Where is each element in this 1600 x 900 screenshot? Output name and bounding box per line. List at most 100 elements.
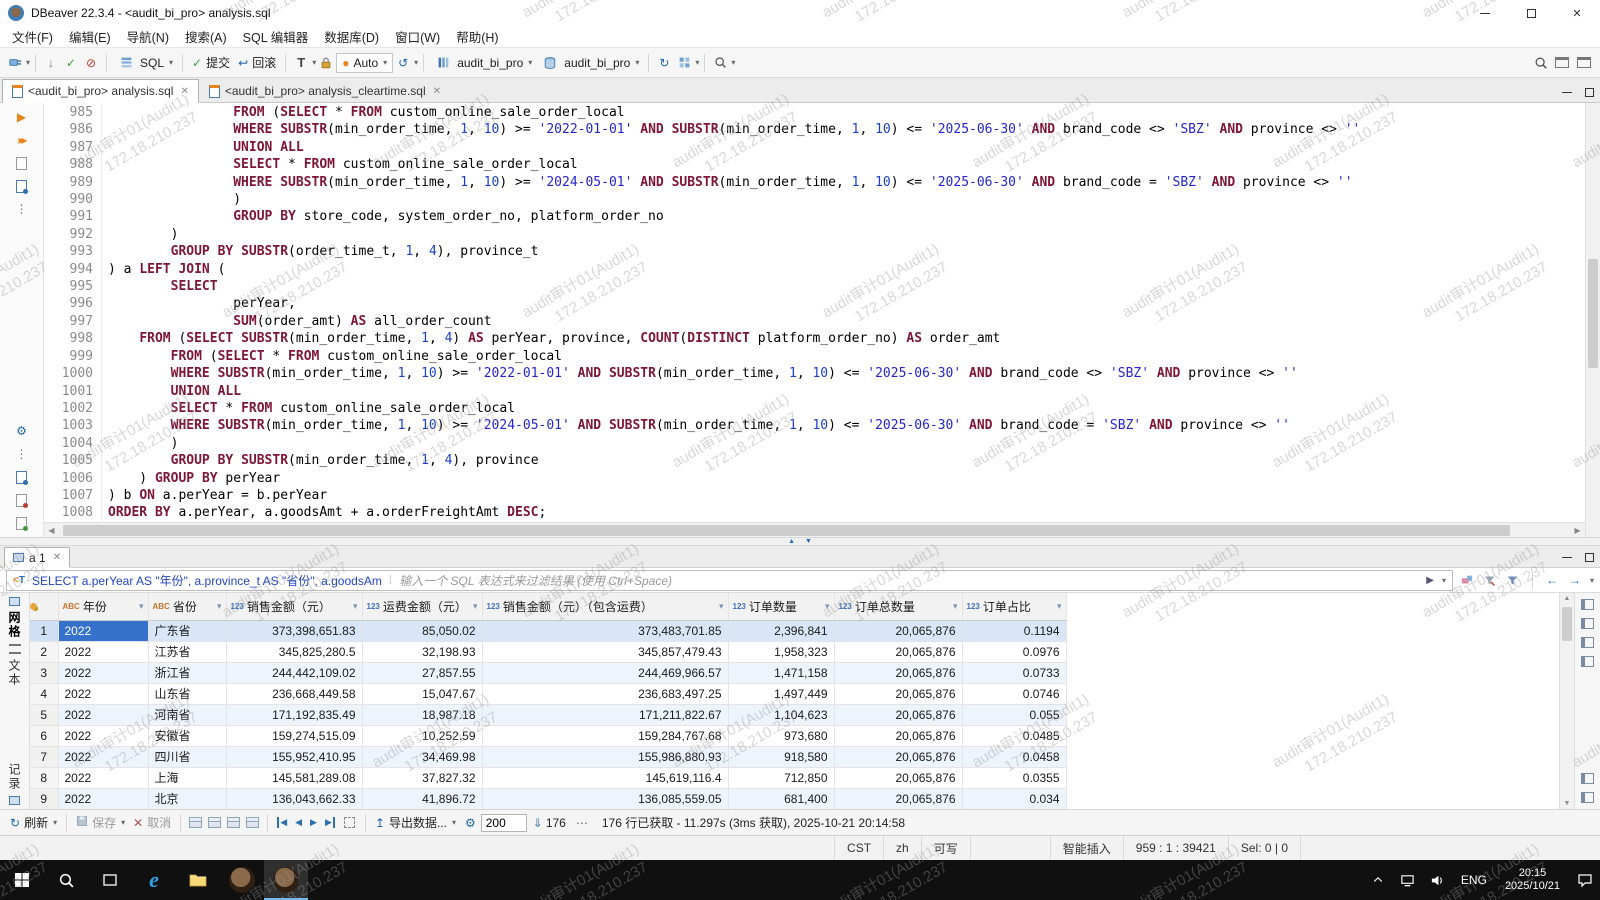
- grid-cell[interactable]: 2022: [58, 725, 148, 746]
- vertical-scroll-thumb[interactable]: [1588, 259, 1598, 368]
- grid-cell[interactable]: 广东省: [148, 620, 226, 641]
- results-tab-close-icon[interactable]: ✕: [53, 552, 61, 563]
- row-number[interactable]: 9: [30, 788, 58, 809]
- grid-cell[interactable]: 1,497,449: [728, 683, 834, 704]
- grid-cell[interactable]: 236,683,497.25: [482, 683, 728, 704]
- grid-cell[interactable]: 0.1194: [962, 620, 1066, 641]
- menu-item-6[interactable]: 窗口(W): [387, 27, 448, 46]
- grid-scroll-thumb[interactable]: [1562, 607, 1572, 641]
- grid-cell[interactable]: 2022: [58, 662, 148, 683]
- grid-cell[interactable]: 0.0976: [962, 641, 1066, 662]
- column-header-2[interactable]: 123销售金额（元）▾: [226, 593, 362, 620]
- horizontal-scroll-thumb[interactable]: [63, 525, 1510, 536]
- export-data-button[interactable]: ↥ 导出数据... ▾: [371, 814, 460, 831]
- grid-cell[interactable]: 244,442,109.02: [226, 662, 362, 683]
- grid-cell[interactable]: 34,469.98: [362, 746, 482, 767]
- grid-cell[interactable]: 0.055: [962, 704, 1066, 725]
- execute-script-icon[interactable]: ▸▸: [13, 132, 31, 148]
- filter-icon[interactable]: [1504, 574, 1522, 587]
- schema-selector[interactable]: audit_bi_pro ▾: [536, 52, 643, 74]
- grid-cell[interactable]: 2022: [58, 746, 148, 767]
- app-icon-dbeaver[interactable]: [220, 860, 264, 900]
- load-script-icon[interactable]: [13, 515, 31, 531]
- grid-cell[interactable]: 20,065,876: [834, 641, 962, 662]
- network-icon[interactable]: [1393, 860, 1423, 900]
- grid-cell[interactable]: 0.0355: [962, 767, 1066, 788]
- grid-cell[interactable]: 373,483,701.85: [482, 620, 728, 641]
- grid-cell[interactable]: 712,850: [728, 767, 834, 788]
- new-connection-icon[interactable]: [5, 52, 25, 74]
- grid-cell[interactable]: 145,581,289.08: [226, 767, 362, 788]
- grid-cell[interactable]: 136,085,559.05: [482, 788, 728, 809]
- link-editor-icon[interactable]: ✓: [61, 52, 81, 74]
- record-mode-tab[interactable]: 记录: [6, 763, 23, 791]
- grid-cell[interactable]: 2,396,841: [728, 620, 834, 641]
- grid-cell[interactable]: 20,065,876: [834, 620, 962, 641]
- grid-cell[interactable]: 四川省: [148, 746, 226, 767]
- grid-cell[interactable]: 681,400: [728, 788, 834, 809]
- maximize-button[interactable]: [1508, 0, 1554, 26]
- file-explorer-icon[interactable]: [176, 860, 220, 900]
- grid-cell[interactable]: 1,104,623: [728, 704, 834, 725]
- commit-button[interactable]: ✓提交: [188, 54, 234, 71]
- grid-cell[interactable]: 2022: [58, 683, 148, 704]
- task-view-icon[interactable]: [88, 860, 132, 900]
- grid-cell[interactable]: 27,857.55: [362, 662, 482, 683]
- back-icon[interactable]: ←: [1543, 573, 1561, 587]
- editor-results-splitter[interactable]: ▲ ▼: [0, 537, 1600, 546]
- search-icon[interactable]: [1531, 52, 1551, 74]
- grid-settings-icon[interactable]: ⚙: [465, 816, 476, 830]
- action-center-icon[interactable]: [1570, 860, 1600, 900]
- new-connection-dropdown[interactable]: ▾: [26, 58, 30, 67]
- grid-cell[interactable]: 973,680: [728, 725, 834, 746]
- status-caret-position[interactable]: 959 : 1 : 39421: [1123, 836, 1228, 860]
- grid-cell[interactable]: 236,668,449.58: [226, 683, 362, 704]
- input-language[interactable]: ENG: [1453, 873, 1495, 887]
- grid-cell[interactable]: 155,952,410.95: [226, 746, 362, 767]
- grid-cell[interactable]: 20,065,876: [834, 662, 962, 683]
- editor-vertical-scrollbar[interactable]: [1585, 103, 1600, 537]
- grid-cell[interactable]: 15,047.67: [362, 683, 482, 704]
- tray-expand-icon[interactable]: [1363, 860, 1393, 900]
- minimize-button[interactable]: [1462, 0, 1508, 26]
- panel-layout-icon[interactable]: [1581, 773, 1594, 784]
- row-number[interactable]: 1: [30, 620, 58, 641]
- editor-settings-icon[interactable]: ⚙: [13, 423, 31, 439]
- export-script-icon[interactable]: [13, 469, 31, 485]
- sql-editor-button[interactable]: SQL ▾: [112, 52, 177, 74]
- grid-cell[interactable]: 136,043,662.33: [226, 788, 362, 809]
- scroll-down-icon[interactable]: ▼: [1560, 800, 1574, 807]
- volume-icon[interactable]: [1423, 860, 1453, 900]
- grid-cell[interactable]: 20,065,876: [834, 788, 962, 809]
- grid-cell[interactable]: 159,274,515.09: [226, 725, 362, 746]
- row-number[interactable]: 2: [30, 641, 58, 662]
- clear-filter-icon[interactable]: [1458, 573, 1476, 587]
- grid-cell[interactable]: 2022: [58, 620, 148, 641]
- row-number[interactable]: 4: [30, 683, 58, 704]
- row-number[interactable]: 5: [30, 704, 58, 725]
- column-filter-icon[interactable]: ▾: [825, 601, 830, 612]
- grid-cell[interactable]: 2022: [58, 641, 148, 662]
- start-button[interactable]: [0, 860, 44, 900]
- column-filter-icon[interactable]: ▾: [139, 601, 144, 612]
- next-page-icon[interactable]: ▶: [310, 817, 317, 828]
- app-icon-dbeaver-active[interactable]: [264, 860, 308, 900]
- grid-cell[interactable]: 10,252.59: [362, 725, 482, 746]
- menu-item-2[interactable]: 导航(N): [119, 27, 177, 46]
- grid-cell[interactable]: 244,469,966.57: [482, 662, 728, 683]
- disconnect-icon[interactable]: ⊘: [81, 52, 101, 74]
- history-dropdown[interactable]: ▾: [414, 58, 418, 67]
- cancel-button[interactable]: ✕ 取消: [129, 814, 175, 831]
- execute-query-icon[interactable]: ▶: [13, 109, 31, 125]
- minimize-editor-icon[interactable]: [1556, 82, 1578, 102]
- references-panel-icon[interactable]: [1581, 656, 1594, 667]
- grid-cell[interactable]: 江苏省: [148, 641, 226, 662]
- grid-cell[interactable]: 浙江省: [148, 662, 226, 683]
- grid-cell[interactable]: 1,471,158: [728, 662, 834, 683]
- nav-dropdown[interactable]: ▾: [1590, 576, 1594, 585]
- column-filter-icon[interactable]: ▾: [953, 601, 958, 612]
- column-filter-icon[interactable]: ▾: [719, 601, 724, 612]
- grid-cell[interactable]: 37,827.32: [362, 767, 482, 788]
- grid-cell[interactable]: 918,580: [728, 746, 834, 767]
- save-script-icon[interactable]: [13, 492, 31, 508]
